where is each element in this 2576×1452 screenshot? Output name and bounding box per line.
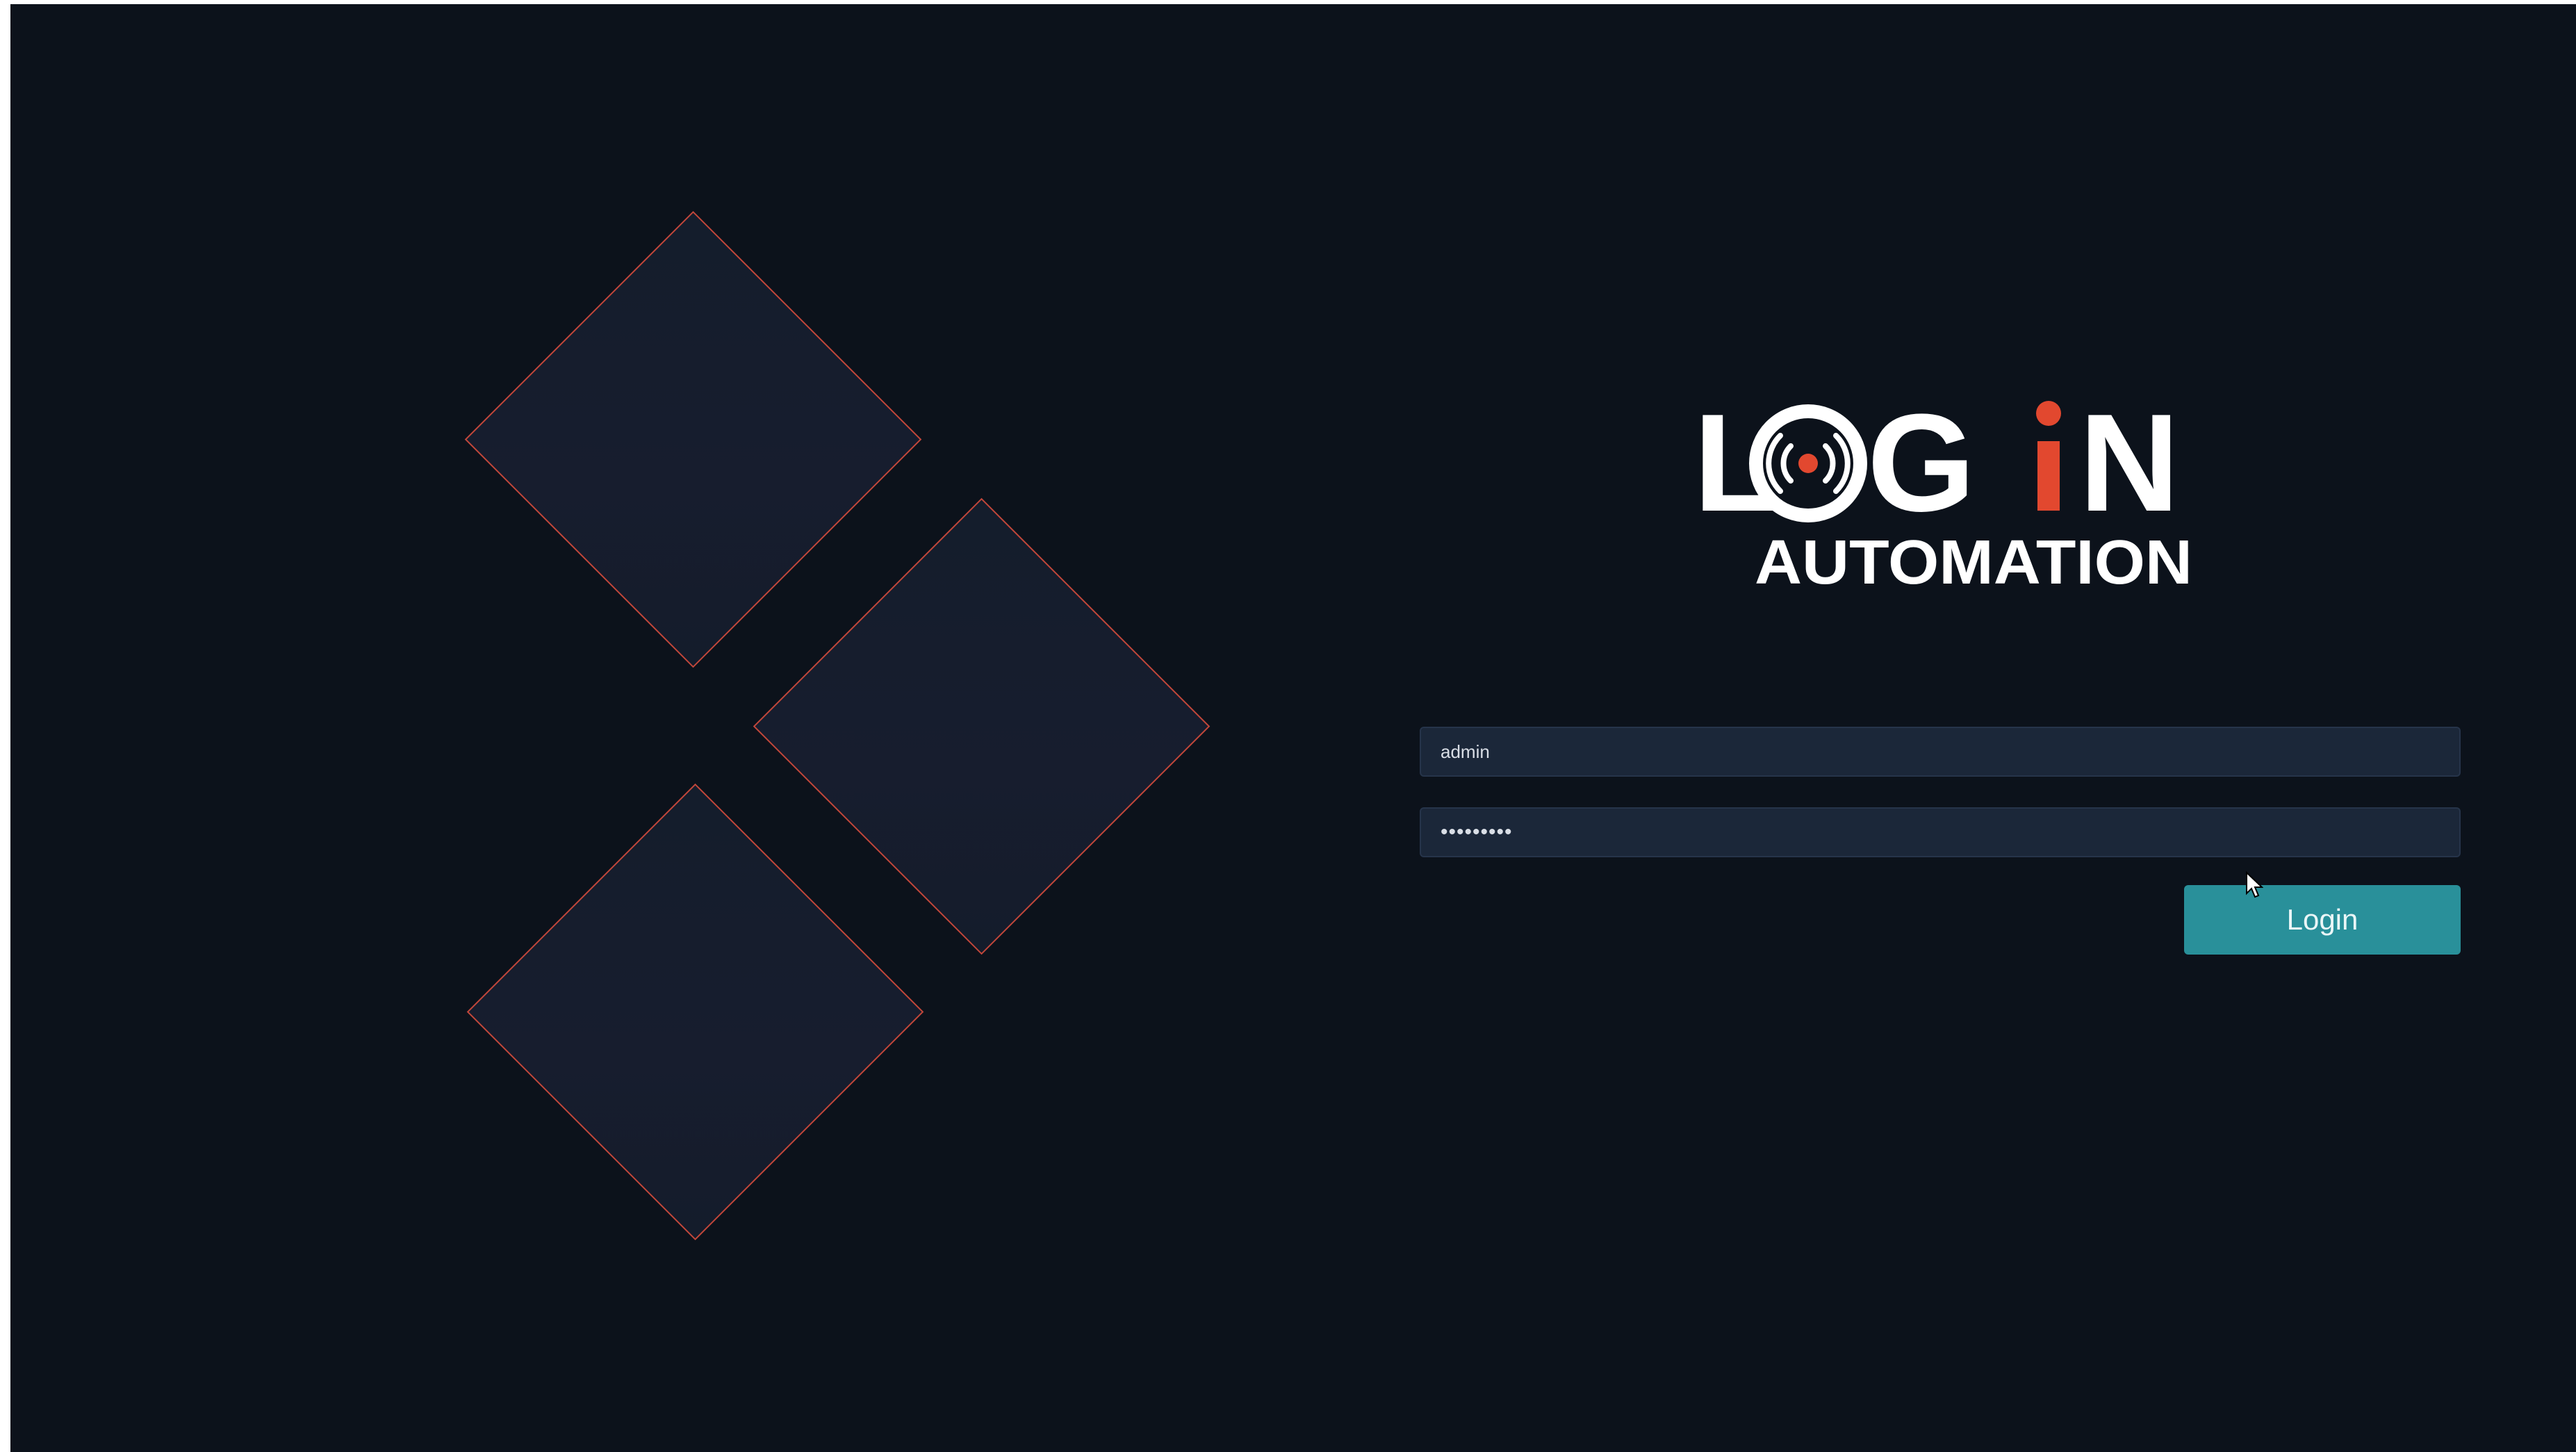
login-automation-logo: L G N AUTOMATION — [1693, 399, 2194, 601]
username-input[interactable] — [1420, 727, 2461, 777]
login-screen: L G N AUTOMATION Login — [10, 4, 2576, 1452]
screen-bezel — [0, 0, 10, 1452]
svg-text:AUTOMATION: AUTOMATION — [1755, 528, 2192, 597]
mouse-cursor-icon — [2246, 871, 2263, 898]
svg-text:N: N — [2079, 399, 2179, 541]
password-input[interactable] — [1420, 807, 2461, 857]
decorative-diamond-middle — [753, 497, 1210, 955]
decorative-diamond-top — [464, 211, 921, 668]
svg-text:L: L — [1693, 399, 1778, 541]
login-button[interactable]: Login — [2184, 885, 2461, 955]
svg-text:G: G — [1867, 399, 1976, 541]
decorative-diamond-bottom — [466, 783, 924, 1240]
